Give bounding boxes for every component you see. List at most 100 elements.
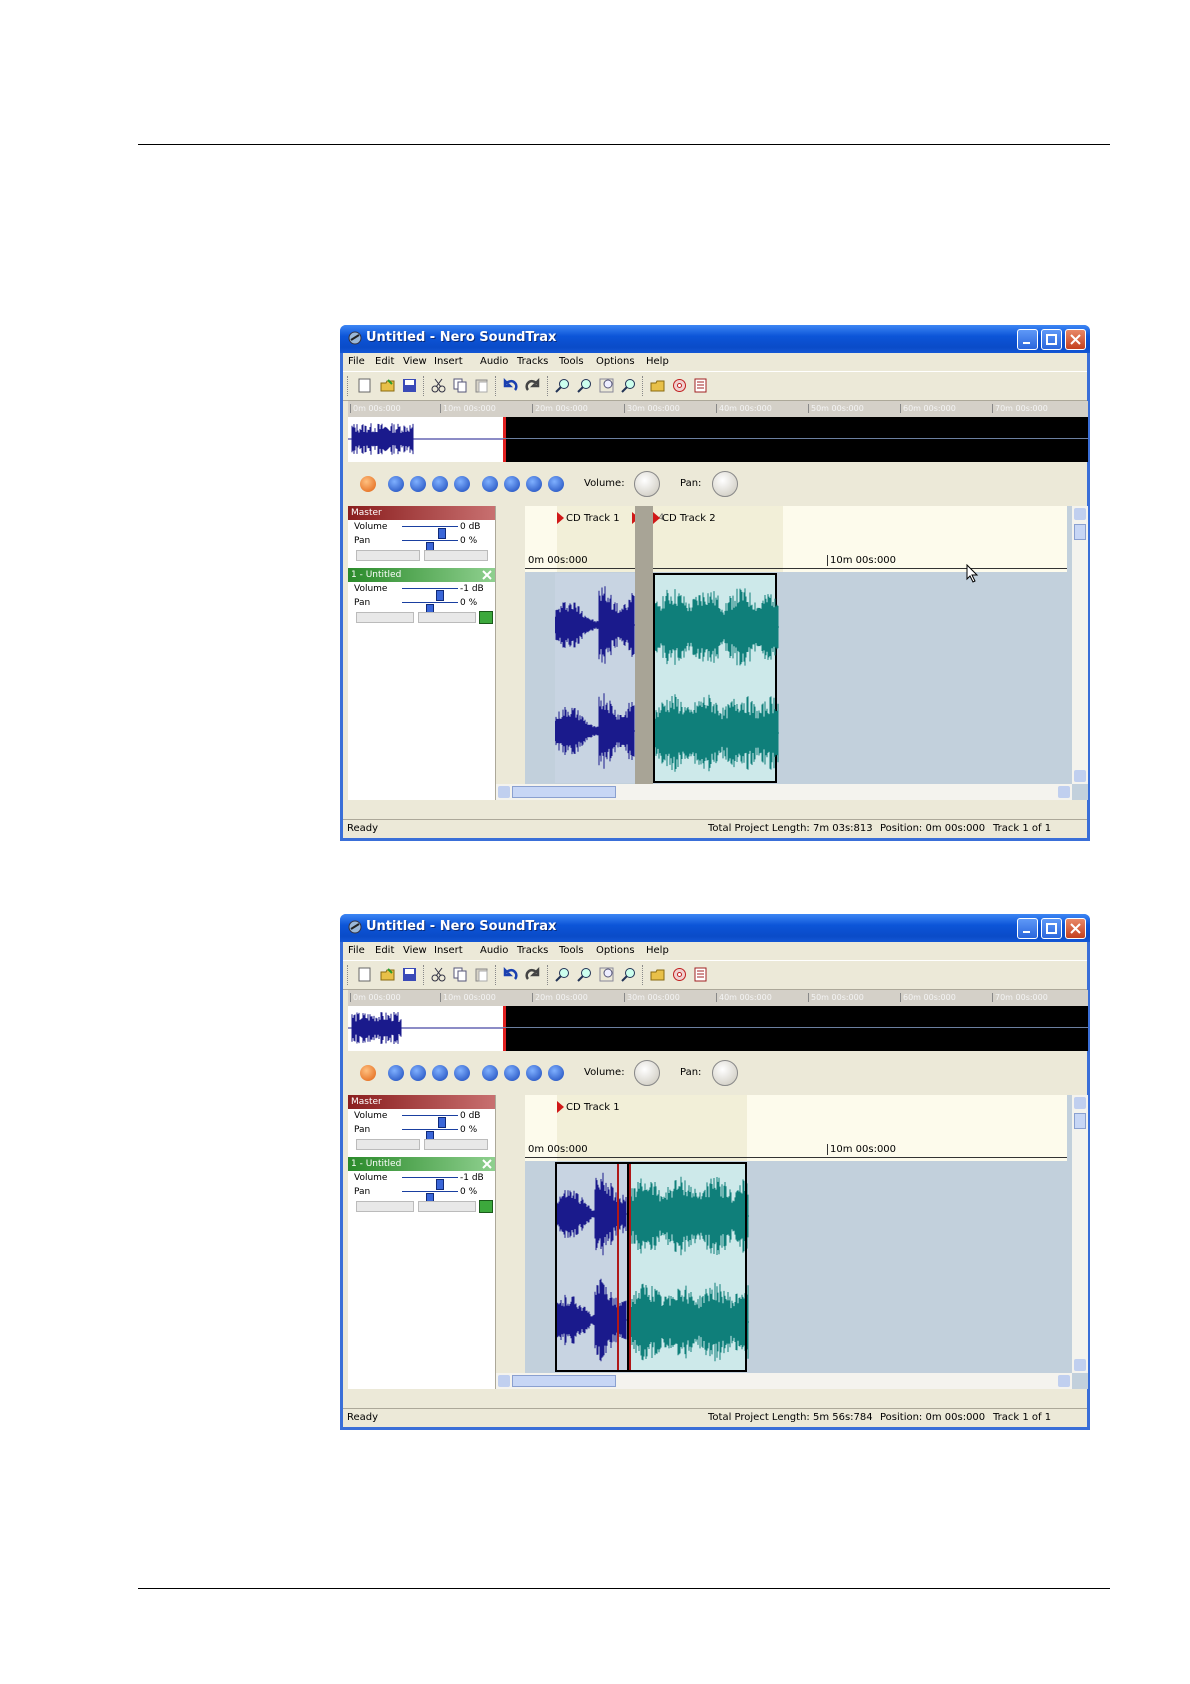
- close-button[interactable]: [1065, 918, 1086, 939]
- menu-options[interactable]: Options: [596, 356, 635, 367]
- cut-icon[interactable]: [431, 378, 446, 393]
- menu-tools[interactable]: Tools: [559, 356, 584, 367]
- import-folder-icon[interactable]: [650, 378, 665, 393]
- track-pan-slider[interactable]: [402, 602, 458, 615]
- zoom-in-icon[interactable]: [555, 378, 570, 393]
- menu-tracks[interactable]: Tracks: [517, 356, 548, 367]
- horizontal-scrollbar[interactable]: [496, 784, 1072, 800]
- menu-help[interactable]: Help: [646, 945, 669, 956]
- scroll-left-button[interactable]: [498, 1375, 510, 1387]
- undo-icon[interactable]: [503, 378, 518, 393]
- master-pan-slider[interactable]: [402, 540, 458, 553]
- menu-tools[interactable]: Tools: [559, 945, 584, 956]
- maximize-button[interactable]: [1041, 329, 1062, 350]
- zoom-selection-icon[interactable]: [621, 378, 636, 393]
- export-icon[interactable]: [693, 378, 708, 393]
- menu-help[interactable]: Help: [646, 356, 669, 367]
- zoom-fit-icon[interactable]: [599, 967, 614, 982]
- menu-tracks[interactable]: Tracks: [517, 945, 548, 956]
- menu-edit[interactable]: Edit: [375, 356, 394, 367]
- play-button[interactable]: [388, 476, 404, 492]
- zoom-selection-icon[interactable]: [621, 967, 636, 982]
- toolbar-grip[interactable]: [347, 965, 350, 985]
- audio-clip[interactable]: [653, 573, 779, 783]
- go-to-end-button[interactable]: [548, 1065, 564, 1081]
- scroll-right-button[interactable]: [1058, 786, 1070, 798]
- menu-file[interactable]: File: [348, 356, 365, 367]
- track-volume-slider[interactable]: [402, 1177, 458, 1190]
- menu-edit[interactable]: Edit: [375, 945, 394, 956]
- menu-file[interactable]: File: [348, 945, 365, 956]
- project-overview[interactable]: 0m 00s:000 10m 00s:000 20m 00s:000 30m 0…: [348, 401, 1088, 462]
- save-icon[interactable]: [402, 378, 417, 393]
- project-overview[interactable]: 0m 00s:000 10m 00s:000 20m 00s:000 30m 0…: [348, 990, 1088, 1051]
- track-enable-button[interactable]: [479, 611, 493, 624]
- zoom-out-icon[interactable]: [577, 378, 592, 393]
- minimize-button[interactable]: [1017, 329, 1038, 350]
- paste-icon[interactable]: [474, 967, 489, 982]
- copy-icon[interactable]: [453, 378, 468, 393]
- paste-icon[interactable]: [474, 378, 489, 393]
- export-icon[interactable]: [693, 967, 708, 982]
- menu-audio[interactable]: Audio: [480, 356, 508, 367]
- scroll-right-button[interactable]: [1058, 1375, 1070, 1387]
- rewind-button[interactable]: [504, 476, 520, 492]
- master-volume-slider[interactable]: [402, 1115, 458, 1128]
- play-selection-button[interactable]: [410, 1065, 426, 1081]
- marker-ruler[interactable]: 0m 00s:000 10m 00s:000 CD Track 10m 4CD …: [525, 506, 1067, 572]
- copy-icon[interactable]: [453, 967, 468, 982]
- marker-ruler[interactable]: 0m 00s:000 10m 00s:000 CD Track 1: [525, 1095, 1067, 1161]
- fast-forward-button[interactable]: [526, 476, 542, 492]
- toolbar-grip[interactable]: [347, 376, 350, 396]
- vertical-scrollbar[interactable]: [1072, 506, 1088, 784]
- track-enable-button[interactable]: [479, 1200, 493, 1213]
- go-to-end-button[interactable]: [548, 476, 564, 492]
- scroll-up-button[interactable]: [1074, 508, 1086, 520]
- horizontal-scrollbar[interactable]: [496, 1373, 1072, 1389]
- loop-button[interactable]: [432, 1065, 448, 1081]
- zoom-out-icon[interactable]: [577, 967, 592, 982]
- new-file-icon[interactable]: [357, 378, 372, 393]
- master-volume-slider[interactable]: [402, 526, 458, 539]
- zoom-fit-icon[interactable]: [599, 378, 614, 393]
- new-file-icon[interactable]: [357, 967, 372, 982]
- maximize-button[interactable]: [1041, 918, 1062, 939]
- play-button[interactable]: [388, 1065, 404, 1081]
- menu-view[interactable]: View: [403, 945, 427, 956]
- scroll-down-button[interactable]: [1074, 1359, 1086, 1371]
- scroll-down-button[interactable]: [1074, 770, 1086, 782]
- scroll-thumb[interactable]: [1074, 524, 1086, 540]
- redo-icon[interactable]: [525, 967, 540, 982]
- minimize-button[interactable]: [1017, 918, 1038, 939]
- vertical-scrollbar[interactable]: [1072, 1095, 1088, 1373]
- play-selection-button[interactable]: [410, 476, 426, 492]
- open-folder-icon[interactable]: [380, 378, 395, 393]
- menu-options[interactable]: Options: [596, 945, 635, 956]
- scroll-thumb[interactable]: [1074, 1113, 1086, 1129]
- stop-button[interactable]: [454, 476, 470, 492]
- pan-knob[interactable]: [712, 471, 738, 497]
- marker-flag-icon[interactable]: [653, 512, 660, 524]
- record-button[interactable]: [360, 476, 376, 492]
- menu-audio[interactable]: Audio: [480, 945, 508, 956]
- remove-track-icon[interactable]: [482, 570, 492, 580]
- stop-button[interactable]: [454, 1065, 470, 1081]
- burn-disc-icon[interactable]: [672, 967, 687, 982]
- redo-icon[interactable]: [525, 378, 540, 393]
- burn-disc-icon[interactable]: [672, 378, 687, 393]
- track-pan-slider[interactable]: [402, 1191, 458, 1204]
- cut-icon[interactable]: [431, 967, 446, 982]
- save-icon[interactable]: [402, 967, 417, 982]
- marker-flag-icon[interactable]: [557, 1101, 564, 1113]
- zoom-in-icon[interactable]: [555, 967, 570, 982]
- pan-knob[interactable]: [712, 1060, 738, 1086]
- undo-icon[interactable]: [503, 967, 518, 982]
- scroll-left-button[interactable]: [498, 786, 510, 798]
- marker-flag-icon[interactable]: [557, 512, 564, 524]
- menu-view[interactable]: View: [403, 356, 427, 367]
- go-to-start-button[interactable]: [482, 476, 498, 492]
- scroll-up-button[interactable]: [1074, 1097, 1086, 1109]
- close-button[interactable]: [1065, 329, 1086, 350]
- go-to-start-button[interactable]: [482, 1065, 498, 1081]
- rewind-button[interactable]: [504, 1065, 520, 1081]
